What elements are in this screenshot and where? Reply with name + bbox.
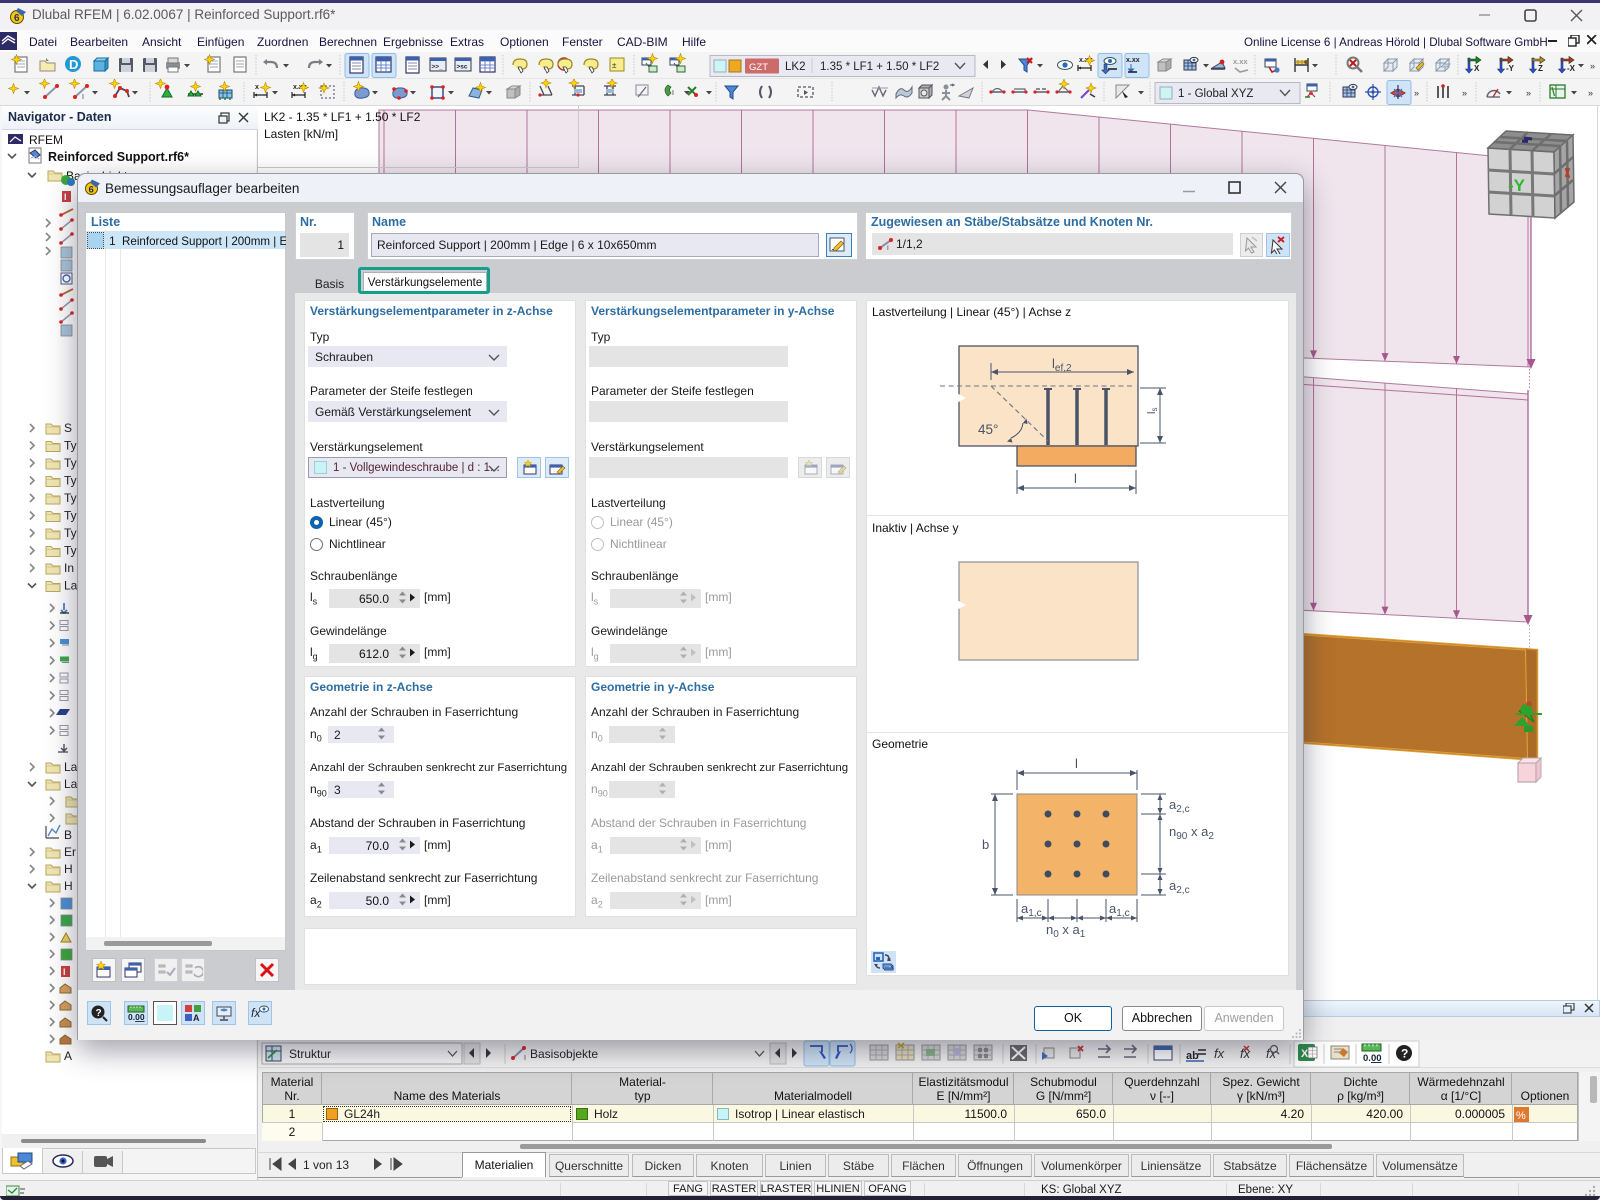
svg-text:La: La xyxy=(64,760,78,774)
svg-text:a2,c: a2,c xyxy=(1169,797,1190,815)
svg-text:fx: fx xyxy=(1266,1046,1277,1061)
svg-text:ls: ls xyxy=(1146,408,1159,414)
svg-text:?: ? xyxy=(96,1008,102,1019)
svg-text:I: I xyxy=(887,245,889,251)
svg-text:I: I xyxy=(524,1055,526,1062)
svg-text:l: l xyxy=(1075,756,1078,771)
svg-text:Ty: Ty xyxy=(64,439,77,453)
svg-text:I: I xyxy=(63,967,66,977)
svg-text:RFEM: RFEM xyxy=(29,133,63,147)
svg-text:b: b xyxy=(982,837,989,852)
svg-text:Ty: Ty xyxy=(64,491,77,505)
svg-text:Ty: Ty xyxy=(64,526,77,540)
svg-text:La: La xyxy=(64,579,78,593)
svg-text:Basisobjekte: Basisobjekte xyxy=(530,1047,598,1061)
svg-text:Struktur: Struktur xyxy=(289,1047,331,1061)
svg-text:0.00: 0.00 xyxy=(1363,1053,1382,1064)
svg-text:In: In xyxy=(64,561,74,575)
svg-text:Er: Er xyxy=(64,845,76,859)
svg-text:B: B xyxy=(64,828,72,842)
svg-text:Ty: Ty xyxy=(64,456,77,470)
svg-text:A: A xyxy=(64,1049,72,1063)
svg-text:-Y: -Y xyxy=(1508,176,1526,195)
svg-text:La: La xyxy=(64,777,78,791)
svg-text:a2,c: a2,c xyxy=(1169,878,1190,896)
svg-text:a1,c: a1,c xyxy=(1109,901,1130,919)
svg-text:45°: 45° xyxy=(978,422,998,437)
svg-text:Ty: Ty xyxy=(64,474,77,488)
svg-text:l: l xyxy=(1074,471,1077,486)
svg-text:S: S xyxy=(64,421,72,435)
svg-text:n90 x a2: n90 x a2 xyxy=(1169,824,1214,842)
svg-text:6: 6 xyxy=(89,185,94,196)
svg-text:Ty: Ty xyxy=(64,509,77,523)
svg-text:H: H xyxy=(64,879,73,893)
svg-text:Reinforced Support.rf6*: Reinforced Support.rf6* xyxy=(48,150,189,164)
svg-text:a1,c: a1,c xyxy=(1021,901,1042,919)
svg-text:H: H xyxy=(64,862,73,876)
svg-text:I: I xyxy=(64,192,67,202)
svg-text:ab: ab xyxy=(1186,1050,1199,1062)
svg-text:n0 x a1: n0 x a1 xyxy=(1046,922,1086,940)
svg-text:?: ? xyxy=(1401,1047,1408,1061)
svg-text:0.00: 0.00 xyxy=(128,1012,145,1022)
svg-text:A: A xyxy=(193,1013,200,1023)
svg-text:fx: fx xyxy=(1214,1046,1225,1061)
svg-text:%: % xyxy=(1516,1110,1526,1122)
svg-text:Ty: Ty xyxy=(64,544,77,558)
